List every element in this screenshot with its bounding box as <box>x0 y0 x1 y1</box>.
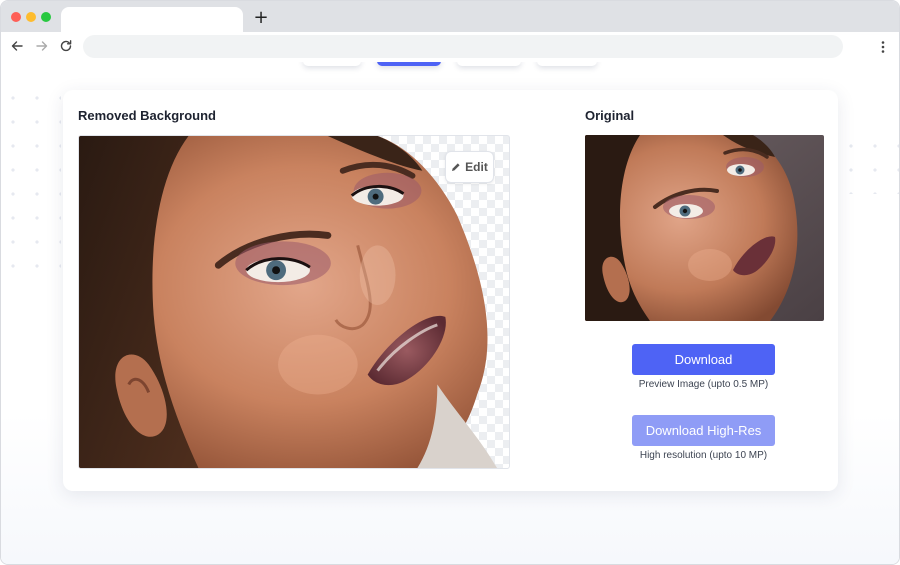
edit-button[interactable]: Edit <box>445 151 494 183</box>
decorative-dot-grid <box>839 134 899 194</box>
original-title: Original <box>585 108 635 123</box>
result-card: Removed Background Edit Original Downloa… <box>63 90 838 491</box>
new-tab-button[interactable]: + <box>253 9 269 27</box>
decorative-dot-grid <box>1 86 61 286</box>
mode-tabs <box>1 62 899 72</box>
browser-titlebar: + <box>1 1 899 32</box>
back-arrow-icon[interactable] <box>10 39 24 53</box>
portrait-original <box>585 135 824 321</box>
original-image <box>585 135 824 321</box>
download-button[interactable]: Download <box>632 344 775 375</box>
reload-icon[interactable] <box>59 39 73 53</box>
mode-tab[interactable] <box>457 62 521 66</box>
forward-arrow-icon[interactable] <box>35 39 49 53</box>
removed-background-image: Edit <box>78 135 510 469</box>
browser-tab[interactable] <box>61 7 243 32</box>
more-vert-icon[interactable] <box>880 40 886 54</box>
mode-tab[interactable] <box>303 62 361 66</box>
maximize-window-icon[interactable] <box>41 12 51 22</box>
download-high-res-button[interactable]: Download High-Res <box>632 415 775 446</box>
minimize-window-icon[interactable] <box>26 12 36 22</box>
mode-tab[interactable] <box>537 62 597 66</box>
download-caption: Preview Image (upto 0.5 MP) <box>638 379 769 390</box>
page-content: Removed Background Edit Original Downloa… <box>1 62 899 564</box>
address-bar[interactable] <box>83 35 843 58</box>
removed-background-title: Removed Background <box>78 108 216 123</box>
browser-window: + Removed Background Edit Original Downl… <box>0 0 900 565</box>
mode-tab-active[interactable] <box>377 62 441 66</box>
pencil-icon <box>451 162 461 172</box>
portrait-cutout <box>79 136 498 468</box>
high-res-caption: High resolution (upto 10 MP) <box>639 450 768 461</box>
edit-label: Edit <box>465 160 488 174</box>
close-window-icon[interactable] <box>11 12 21 22</box>
browser-toolbar <box>1 32 899 62</box>
